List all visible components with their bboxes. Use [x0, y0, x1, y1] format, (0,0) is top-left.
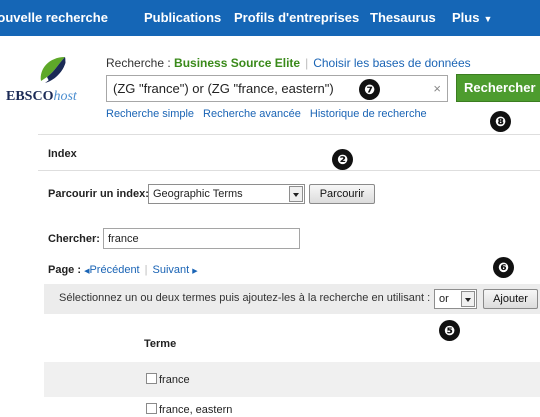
- nav-new-search[interactable]: Nouvelle recherche: [0, 0, 108, 36]
- callout-7: ❼: [359, 79, 380, 100]
- add-button[interactable]: Ajouter: [483, 289, 538, 309]
- index-heading: Index: [48, 148, 77, 160]
- chevron-down-icon: ▼: [483, 14, 493, 24]
- logo-suffix: host: [53, 89, 77, 104]
- next-label: Suivant: [152, 264, 190, 276]
- nav-thesaurus[interactable]: Thesaurus: [370, 0, 436, 36]
- term-column-header: Terme: [144, 338, 177, 350]
- previous-label: Précédent: [89, 264, 140, 276]
- browse-index-select[interactable]: Geographic Terms: [148, 184, 305, 204]
- add-terms-instruction: Sélectionnez un ou deux termes puis ajou…: [59, 292, 431, 304]
- index-search-input[interactable]: france: [103, 228, 300, 249]
- ebsco-logo-icon: [40, 57, 66, 83]
- search-links: Recherche simple Recherche avancée Histori…: [106, 108, 436, 120]
- browse-index-label: Parcourir un index:: [48, 188, 149, 200]
- callout-6: ❻: [493, 257, 514, 278]
- term-checkbox[interactable]: [146, 403, 157, 414]
- callout-2: ❷: [332, 149, 353, 170]
- search-database-info: Recherche : Business Source Elite | Choisi…: [106, 56, 471, 70]
- search-input[interactable]: (ZG "france") or (ZG "france, eastern") …: [106, 75, 448, 102]
- browse-index-selected: Geographic Terms: [153, 188, 243, 200]
- browse-button[interactable]: Parcourir: [309, 184, 375, 204]
- callout-5: ❺: [439, 320, 460, 341]
- nav-more-label: Plus: [452, 10, 480, 25]
- previous-page-link[interactable]: ◀Précédent: [84, 264, 140, 276]
- database-name: Business Source Elite: [174, 56, 301, 70]
- search-prefix: Recherche :: [106, 56, 171, 70]
- separator: |: [305, 56, 309, 70]
- search-button[interactable]: Rechercher: [456, 74, 540, 102]
- chevron-right-icon: ▶: [192, 268, 198, 275]
- clear-icon[interactable]: ×: [433, 81, 441, 96]
- advanced-search-link[interactable]: Recherche avancée: [203, 108, 301, 120]
- callout-8: ❽: [490, 111, 511, 132]
- term-label[interactable]: france: [159, 374, 190, 386]
- page-label: Page :: [48, 264, 82, 276]
- operator-selected: or: [439, 293, 449, 305]
- dropdown-arrow-icon: [289, 186, 303, 202]
- divider: [38, 170, 540, 171]
- table-row: france, eastern: [146, 403, 232, 416]
- term-checkbox[interactable]: [146, 373, 157, 384]
- nav-more[interactable]: Plus ▼: [452, 0, 492, 36]
- pagination: Page : ◀Précédent | Suivant ▶: [48, 264, 198, 276]
- basic-search-link[interactable]: Recherche simple: [106, 108, 194, 120]
- ebsco-logo-text[interactable]: EBSCOhost: [6, 89, 77, 105]
- choose-databases-link[interactable]: Choisir les bases de données: [313, 56, 470, 70]
- search-history-link[interactable]: Historique de recherche: [310, 108, 427, 120]
- nav-company-profiles[interactable]: Profils d'entreprises: [234, 0, 359, 36]
- search-query-value: (ZG "france") or (ZG "france, eastern"): [113, 81, 334, 96]
- search-term-label: Chercher:: [48, 233, 100, 245]
- top-navigation-bar: Nouvelle recherche Publications Profils …: [0, 0, 540, 36]
- table-row-shade: [44, 362, 540, 397]
- table-row: france: [146, 373, 190, 386]
- term-label[interactable]: france, eastern: [159, 404, 232, 416]
- dropdown-arrow-icon: [461, 291, 475, 307]
- divider: [38, 134, 540, 135]
- logo-brand: EBSCO: [6, 89, 54, 104]
- operator-select[interactable]: or: [434, 289, 477, 309]
- nav-publications[interactable]: Publications: [144, 0, 221, 36]
- separator: |: [144, 264, 148, 276]
- next-page-link[interactable]: Suivant ▶: [152, 264, 197, 276]
- index-search-value: france: [108, 233, 139, 245]
